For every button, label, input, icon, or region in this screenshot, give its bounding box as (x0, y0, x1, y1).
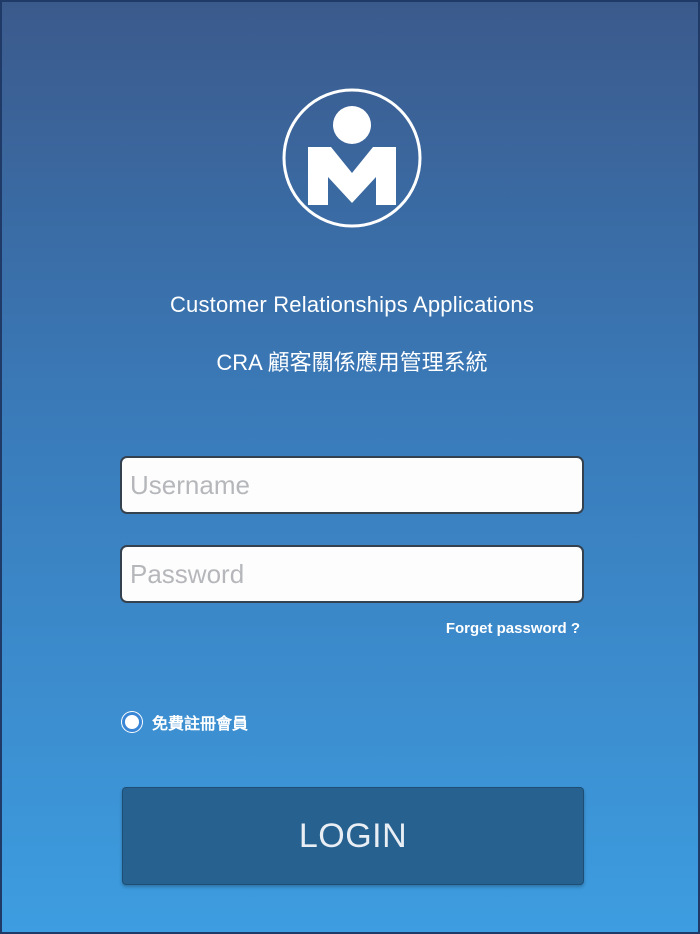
app-title: Customer Relationships Applications (169, 292, 535, 317)
circle-m-logo-icon (281, 87, 423, 229)
username-input[interactable] (120, 456, 584, 514)
password-input[interactable] (120, 545, 584, 603)
app-subtitle: CRA 顧客關係應用管理系統 (216, 350, 488, 375)
register-member-label: 免費註冊會員 (152, 716, 249, 733)
radio-button-icon[interactable] (122, 712, 142, 732)
login-screen: Customer Relationships Applications CRA … (0, 0, 700, 934)
register-member-option[interactable]: 免費註冊會員 (122, 710, 248, 734)
login-button[interactable]: LOGIN (122, 787, 584, 885)
forgot-password-link[interactable]: Forget password ? (446, 620, 580, 637)
